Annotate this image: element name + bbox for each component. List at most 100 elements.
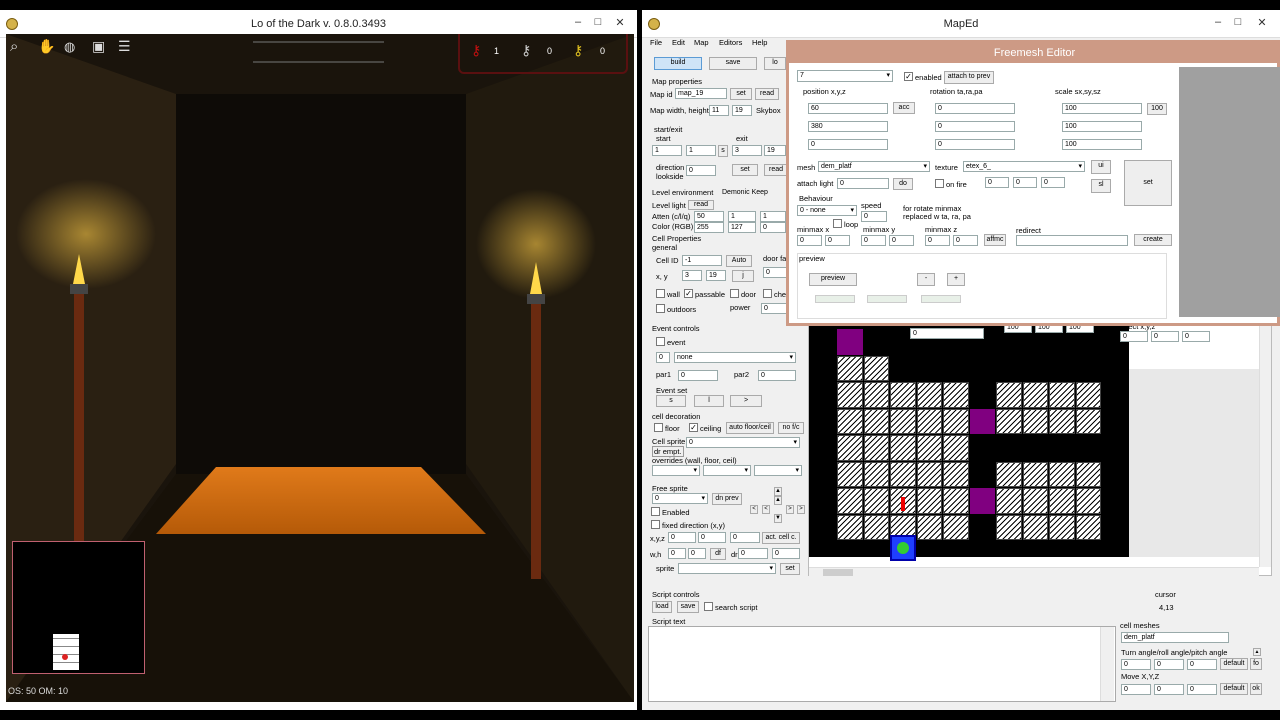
event-number-input[interactable]: 0 xyxy=(656,352,670,363)
maped-minimize-icon[interactable]: – xyxy=(1210,16,1226,28)
map-cell[interactable] xyxy=(943,408,969,434)
preview-slider-3[interactable] xyxy=(921,295,961,303)
auto-floor-ceil-button[interactable]: auto floor/ceil xyxy=(726,422,774,434)
hand-icon[interactable]: ✋ xyxy=(38,38,55,55)
map-cell[interactable] xyxy=(837,382,863,408)
color-g-input[interactable]: 127 xyxy=(728,222,756,233)
arrow-left2-button[interactable]: < xyxy=(762,505,770,514)
map-id-read-button[interactable]: read xyxy=(755,88,779,100)
do-button[interactable]: do xyxy=(893,178,913,190)
texture-select[interactable]: etex_6_ xyxy=(963,161,1085,172)
preview-minus-button[interactable]: - xyxy=(917,273,935,286)
wall-checkbox[interactable] xyxy=(656,289,665,298)
free-w-input[interactable]: 0 xyxy=(668,548,686,559)
override-ceil-select[interactable] xyxy=(754,465,802,476)
ceiling-checkbox[interactable]: ✓ xyxy=(689,423,698,432)
override-wall-select[interactable] xyxy=(652,465,700,476)
map-cell[interactable] xyxy=(1022,382,1048,408)
on-fire-checkbox[interactable] xyxy=(935,179,944,188)
search-script-checkbox[interactable] xyxy=(704,602,713,611)
angle-3-input[interactable]: 0 xyxy=(1187,659,1217,670)
map-cell[interactable] xyxy=(890,461,916,487)
map-cell[interactable] xyxy=(1049,514,1075,540)
map-cell[interactable] xyxy=(996,488,1022,514)
list-icon[interactable]: ☰ xyxy=(118,38,131,55)
map-cell[interactable] xyxy=(1049,408,1075,434)
maped-close-icon[interactable]: ✕ xyxy=(1254,16,1270,29)
map-cell[interactable] xyxy=(943,488,969,514)
dr-input-2[interactable]: 0 xyxy=(772,548,800,559)
scale-100-button[interactable]: 100 xyxy=(1147,103,1167,115)
map-cell[interactable] xyxy=(1022,488,1048,514)
free-y-input[interactable]: 0 xyxy=(698,532,726,543)
free-sprite-set-button[interactable]: set xyxy=(780,563,800,575)
minmax-z1-input[interactable]: 0 xyxy=(925,235,950,246)
angle-1-input[interactable]: 0 xyxy=(1121,659,1151,670)
map-cell[interactable] xyxy=(890,382,916,408)
sl-button[interactable]: sl xyxy=(1091,179,1111,193)
free-sprite-select[interactable]: 0 xyxy=(652,493,708,504)
map-cell[interactable] xyxy=(996,514,1022,540)
map-cell[interactable] xyxy=(1075,461,1101,487)
save-button[interactable]: save xyxy=(709,57,757,70)
map-cell[interactable] xyxy=(1075,488,1101,514)
scale-z-input[interactable]: 100 xyxy=(1062,139,1142,150)
attach-to-prev-button[interactable]: attach to prev xyxy=(944,71,994,84)
fire-3-input[interactable]: 0 xyxy=(1041,177,1065,188)
map-cell[interactable] xyxy=(863,382,889,408)
game-viewport[interactable]: ⌕ ✋ ◍ ▣ ☰ ⚷ 1 ⚷ 0 ⚷ 0 OS: 50 OM: 10 xyxy=(6,34,634,702)
arrow-left-button[interactable]: < xyxy=(750,505,758,514)
chest-checkbox[interactable] xyxy=(763,289,772,298)
direct-y-input[interactable]: 0 xyxy=(1151,331,1179,342)
map-cell[interactable] xyxy=(837,514,863,540)
level-env-input[interactable]: Demonic Keep xyxy=(720,188,786,199)
free-enabled-checkbox[interactable] xyxy=(651,507,660,516)
bg-input-0[interactable]: 0 xyxy=(910,328,984,339)
menu-file[interactable]: File xyxy=(650,38,662,47)
map-cell-special[interactable] xyxy=(837,329,863,355)
map-height-input[interactable]: 19 xyxy=(732,105,752,116)
create-button[interactable]: create xyxy=(1134,234,1172,246)
override-floor-select[interactable] xyxy=(703,465,751,476)
brain-icon[interactable]: ◍ xyxy=(64,39,75,55)
par1-input[interactable]: 0 xyxy=(678,370,718,381)
speed-input[interactable]: 0 xyxy=(861,211,887,222)
minimize-icon[interactable]: – xyxy=(570,16,586,28)
door-checkbox[interactable] xyxy=(730,289,739,298)
free-h-input[interactable]: 0 xyxy=(688,548,706,559)
map-grid[interactable] xyxy=(809,321,1129,561)
affmc-button[interactable]: affmc xyxy=(984,234,1006,246)
map-grid-panel[interactable] xyxy=(808,320,1272,577)
outdoors-checkbox[interactable] xyxy=(656,304,665,313)
fixed-direction-checkbox[interactable] xyxy=(651,520,660,529)
ui-button[interactable]: ui xyxy=(1091,160,1111,174)
direction-input[interactable]: 0 xyxy=(686,165,716,176)
event-checkbox[interactable] xyxy=(656,337,665,346)
fire-1-input[interactable]: 0 xyxy=(985,177,1009,188)
angle-default-button[interactable]: default xyxy=(1220,658,1248,670)
arrow-up-button[interactable]: ▲ xyxy=(774,487,782,496)
move-y-input[interactable]: 0 xyxy=(1154,684,1184,695)
map-cell[interactable] xyxy=(1022,514,1048,540)
rotation-ta-input[interactable]: 0 xyxy=(935,103,1015,114)
minmax-y1-input[interactable]: 0 xyxy=(861,235,886,246)
map-cell[interactable] xyxy=(943,382,969,408)
map-cell[interactable] xyxy=(837,355,863,381)
map-cell-special[interactable] xyxy=(969,408,995,434)
preview-slider-1[interactable] xyxy=(815,295,855,303)
minmax-y2-input[interactable]: 0 xyxy=(889,235,914,246)
close-icon[interactable]: ✕ xyxy=(612,16,628,29)
free-z-input[interactable]: 0 xyxy=(730,532,760,543)
atten-q-input[interactable]: 1 xyxy=(760,211,786,222)
cell-x-input[interactable]: 3 xyxy=(682,270,702,281)
par2-input[interactable]: 0 xyxy=(758,370,796,381)
minmax-x1-input[interactable]: 0 xyxy=(797,235,822,246)
move-x-input[interactable]: 0 xyxy=(1121,684,1151,695)
redirect-input[interactable] xyxy=(1016,235,1128,246)
map-cell[interactable] xyxy=(837,461,863,487)
position-x-input[interactable]: 60 xyxy=(808,103,888,114)
map-cell[interactable] xyxy=(916,514,942,540)
arrow-up2-button[interactable]: ▲ xyxy=(774,496,782,505)
build-button[interactable]: build xyxy=(654,57,702,70)
direction-set-button[interactable]: set xyxy=(732,164,758,176)
